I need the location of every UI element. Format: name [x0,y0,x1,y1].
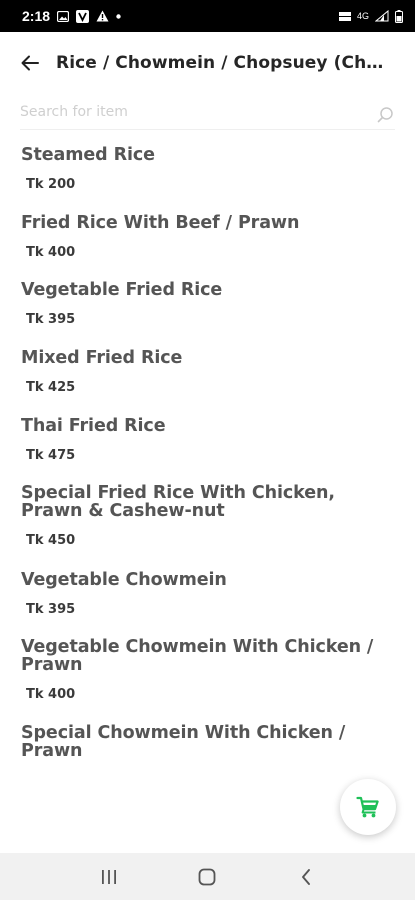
gallery-icon [57,10,70,22]
search-bar [20,94,395,130]
menu-item-list: Steamed Rice Tk 200 Fried Rice With Beef… [21,146,401,774]
status-bar: 2:18 4G [0,0,415,32]
chevron-left-icon [301,868,310,885]
v-app-icon [76,9,90,23]
menu-item[interactable]: Steamed Rice Tk 200 [21,146,401,214]
home-icon [199,868,216,885]
cart-button[interactable] [340,779,396,835]
search-input[interactable] [20,96,350,127]
item-name: Steamed Rice [21,145,155,165]
nav-back-button[interactable] [286,857,326,897]
search-icon[interactable] [375,105,395,125]
signal-icon [375,10,389,22]
network-type-label: 4G [356,11,369,21]
menu-item[interactable]: Special Chowmein With Chicken / Prawn [21,724,401,774]
item-price: Tk 425 [26,380,76,395]
data-rate-icon [338,11,351,22]
app-header: Rice / Chowmein / Chopsuey (Chi... [0,32,415,94]
item-price: Tk 475 [26,448,76,463]
item-name: Mixed Fried Rice [21,348,183,368]
status-time: 2:18 [22,8,51,24]
status-right: 4G [338,9,403,23]
menu-item[interactable]: Vegetable Fried Rice Tk 395 [21,281,401,349]
menu-item[interactable]: Vegetable Chowmein Tk 395 [21,571,401,638]
recents-icon [102,869,117,884]
menu-item[interactable]: Fried Rice With Beef / Prawn Tk 400 [21,214,401,281]
arrow-left-icon [21,55,39,71]
battery-icon [395,9,403,23]
menu-item[interactable]: Special Fried Rice With Chicken, Prawn &… [21,484,401,571]
system-nav-bar [0,853,415,900]
item-price: Tk 395 [26,602,76,617]
nav-home-button[interactable] [187,857,227,897]
item-price: Tk 400 [26,687,76,702]
item-price: Tk 395 [26,312,76,327]
warning-icon [96,10,109,22]
item-name: Vegetable Chowmein With Chicken / Prawn [21,637,374,675]
menu-item[interactable]: Mixed Fried Rice Tk 425 [21,349,401,417]
page-title: Rice / Chowmein / Chopsuey (Chi... [56,53,386,73]
notification-dot-icon [116,13,121,19]
status-left: 2:18 [22,8,121,24]
nav-recents-button[interactable] [89,857,129,897]
item-price: Tk 200 [26,177,76,192]
item-name: Vegetable Chowmein [21,570,227,590]
cart-icon [356,796,379,818]
item-name: Thai Fried Rice [21,416,166,436]
item-name: Special Chowmein With Chicken / Prawn [21,723,346,761]
back-button[interactable] [18,51,42,75]
menu-item[interactable]: Vegetable Chowmein With Chicken / Prawn … [21,638,401,724]
item-name: Vegetable Fried Rice [21,280,223,300]
item-price: Tk 400 [26,245,76,260]
item-price: Tk 450 [26,533,76,548]
menu-item[interactable]: Thai Fried Rice Tk 475 [21,417,401,484]
item-name: Fried Rice With Beef / Prawn [21,213,300,233]
item-name: Special Fried Rice With Chicken, Prawn &… [21,483,335,521]
